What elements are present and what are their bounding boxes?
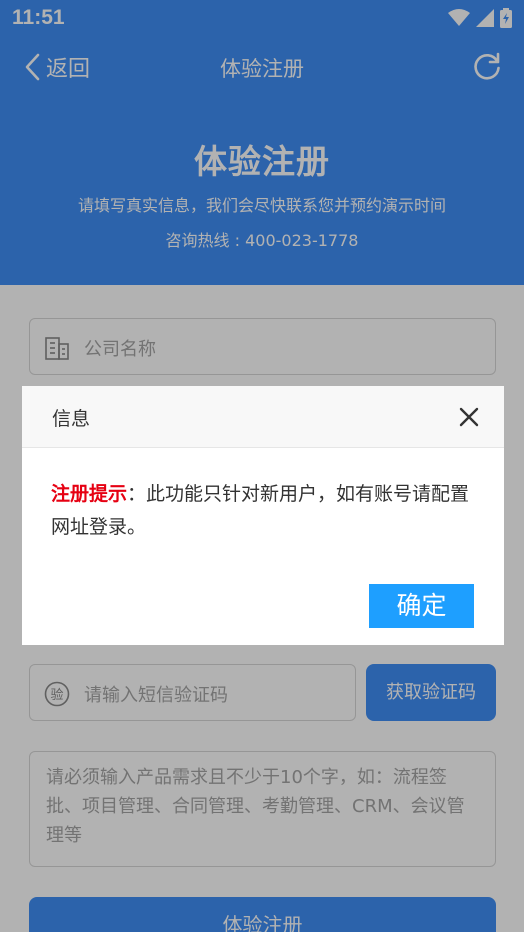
dialog-header: 信息	[22, 386, 504, 448]
dialog-message: 注册提示：此功能只针对新用户，如有账号请配置网址登录。	[51, 478, 480, 544]
close-icon[interactable]	[458, 406, 480, 428]
dialog-title: 信息	[52, 408, 91, 430]
info-dialog: 信息 注册提示：此功能只针对新用户，如有账号请配置网址登录。 确定	[22, 386, 504, 645]
ok-button[interactable]: 确定	[369, 584, 474, 628]
notice-label: 注册提示	[51, 483, 128, 505]
